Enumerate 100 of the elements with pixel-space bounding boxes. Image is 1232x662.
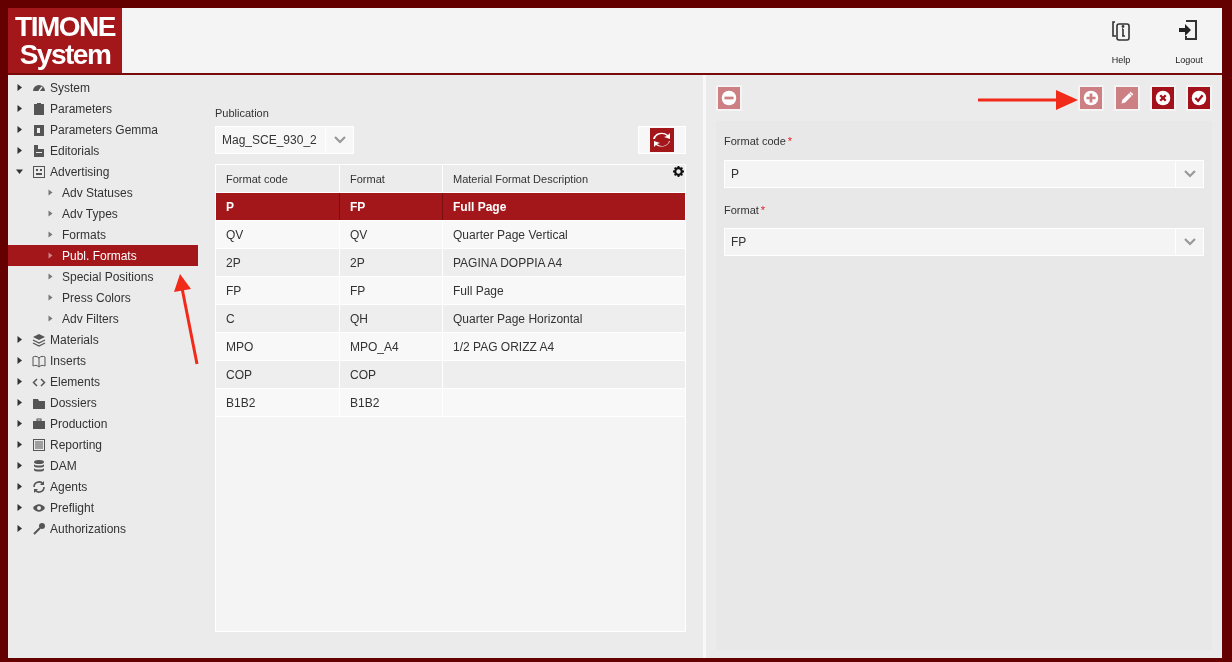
sidebar-item[interactable]: DAM (8, 455, 198, 476)
layers-icon (32, 332, 46, 347)
caret-right-icon[interactable] (16, 84, 23, 91)
caret-right-icon[interactable] (16, 504, 23, 511)
column-header[interactable]: Format code (216, 164, 340, 192)
table-cell: MPO (216, 332, 340, 360)
caret-right-icon[interactable] (16, 525, 23, 532)
help-button[interactable]: Help (1098, 18, 1144, 73)
clipboard-icon (32, 122, 46, 137)
caret-right-icon[interactable] (16, 420, 23, 427)
plus-circle-icon (1081, 88, 1101, 108)
table-cell: QV (216, 220, 340, 248)
table-row[interactable]: QV QV Quarter Page Vertical (216, 220, 685, 249)
table-row[interactable]: P FP Full Page (216, 192, 685, 221)
table-cell: B1B2 (216, 388, 340, 416)
field-label: Format code (724, 134, 786, 149)
sidebar-item[interactable]: Materials (8, 329, 198, 350)
sidebar-item[interactable]: Editorials (8, 140, 198, 161)
sidebar-item[interactable]: System (8, 77, 198, 98)
caret-right-icon[interactable] (16, 441, 23, 448)
caret-right-icon (48, 210, 53, 217)
select-field[interactable]: FP (724, 228, 1204, 256)
sidebar-item[interactable]: Inserts (8, 350, 198, 371)
caret-right-icon[interactable] (16, 483, 23, 490)
required-asterisk: * (787, 134, 793, 149)
sidebar-item[interactable]: Dossiers (8, 392, 198, 413)
sidebar-item[interactable]: Adv Statuses (8, 182, 198, 203)
table-cell: FP (216, 276, 340, 304)
table-row[interactable]: FP FP Full Page (216, 276, 685, 305)
caret-right-icon[interactable] (16, 357, 23, 364)
table-row[interactable]: COP COP (216, 360, 685, 389)
sidebar-item[interactable]: Adv Types (8, 203, 198, 224)
caret-right-icon[interactable] (16, 147, 23, 154)
table-cell: FP (340, 276, 443, 304)
sidebar-item[interactable]: Reporting (8, 434, 198, 455)
table-row[interactable]: 2P 2P PAGINA DOPPIA A4 (216, 248, 685, 277)
minus-circle-icon (719, 88, 739, 108)
sidebar-item[interactable]: Production (8, 413, 198, 434)
logout-button[interactable]: Logout (1166, 18, 1212, 73)
grid-icon (32, 164, 46, 179)
field-label: Format (724, 202, 759, 218)
document-icon (32, 143, 46, 158)
sidebar-item[interactable]: Adv Filters (8, 308, 198, 329)
caret-right-icon (48, 252, 53, 259)
refresh-icon (32, 479, 46, 494)
briefcase-icon (32, 416, 46, 431)
caret-right-icon (48, 231, 53, 238)
sidebar-item[interactable]: Publ. Formats (8, 245, 198, 266)
caret-down-icon[interactable] (16, 168, 23, 175)
table-cell: C (216, 304, 340, 332)
table-cell-text: Full Page (452, 282, 505, 300)
table-cell: FP (340, 192, 443, 220)
table-row[interactable]: MPO MPO_A4 1/2 PAG ORIZZ A4 (216, 332, 685, 361)
column-header[interactable]: Format (340, 164, 443, 192)
sidebar-item[interactable]: Elements (8, 371, 198, 392)
column-header[interactable]: Material Format Description (443, 164, 685, 192)
chevron-down-icon (1183, 169, 1196, 178)
sidebar-item[interactable]: Advertising (8, 161, 198, 182)
caret-right-icon[interactable] (16, 126, 23, 133)
caret-right-icon[interactable] (16, 378, 23, 385)
close-icon (1153, 88, 1173, 108)
logo-text: TIMONE (15, 12, 115, 41)
sidebar-item[interactable]: Special Positions (8, 266, 198, 287)
table-row[interactable]: C QH Quarter Page Horizontal (216, 304, 685, 333)
table-row[interactable]: B1B2 B1B2 (216, 388, 685, 417)
caret-right-icon (48, 273, 53, 280)
sidebar-item[interactable]: Parameters Gemma (8, 119, 198, 140)
settings-icon[interactable] (673, 165, 684, 177)
confirm-button[interactable] (1186, 85, 1212, 111)
clipboard-icon (32, 101, 46, 116)
publication-dropdown[interactable]: Mag_SCE_930_2 (215, 125, 354, 154)
table-cell-text: Full Page (452, 198, 508, 216)
caret-right-icon[interactable] (16, 336, 23, 343)
chevron-down-icon (333, 135, 346, 144)
table-cell: QV (340, 220, 443, 248)
caret-right-icon[interactable] (16, 399, 23, 406)
table-cell: 2P (216, 248, 340, 276)
table-cell-text: 1/2 PAG ORIZZ A4 (452, 338, 556, 356)
table-cell-text: Quarter Page Vertical (452, 226, 569, 244)
sidebar-item[interactable]: Authorizations (8, 518, 198, 539)
caret-right-icon (48, 294, 53, 301)
table-cell-text: PAGINA DOPPIA A4 (452, 254, 564, 272)
sidebar-item[interactable]: Preflight (8, 497, 198, 518)
field-label: Publication (215, 106, 270, 121)
caret-right-icon[interactable] (16, 462, 23, 469)
table-cell: B1B2 (340, 388, 443, 416)
logo-text: System (19, 40, 111, 69)
table-cell: P (216, 192, 340, 220)
sidebar-item[interactable]: Formats (8, 224, 198, 245)
sidebar-item[interactable]: Parameters (8, 98, 198, 119)
book-icon (32, 353, 46, 368)
select-field[interactable]: P (724, 159, 1204, 188)
sidebar-item[interactable]: Press Colors (8, 287, 198, 308)
caret-right-icon[interactable] (16, 105, 23, 112)
caret-right-icon (48, 315, 53, 322)
refresh-icon (650, 127, 674, 152)
cancel-button[interactable] (1150, 85, 1176, 111)
table-cell: MPO_A4 (340, 332, 443, 360)
sidebar-item[interactable]: Agents (8, 476, 198, 497)
refresh-button[interactable] (638, 125, 686, 154)
